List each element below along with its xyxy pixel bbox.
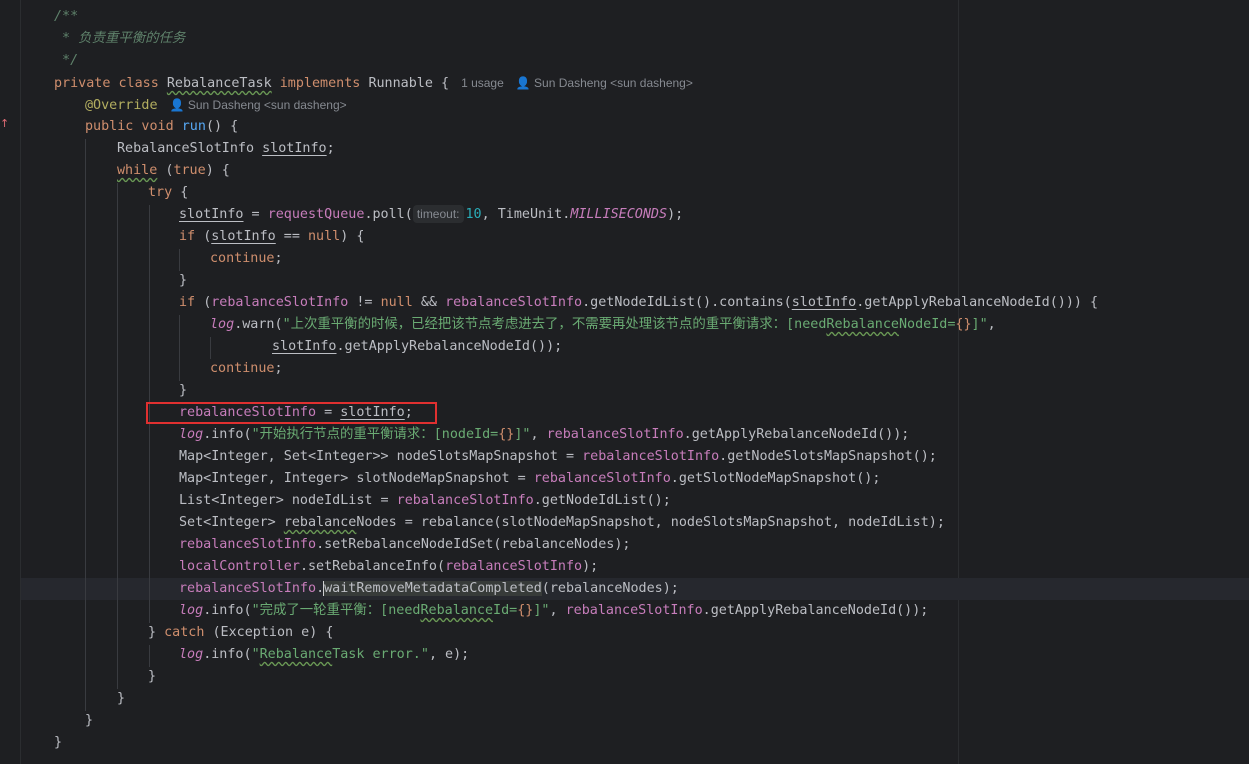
highlight-annotation-box	[146, 402, 437, 424]
code-line-13: }	[179, 273, 188, 288]
code-line-11: if (slotInfo == null) {	[179, 229, 365, 244]
code-line-28: log.info("完成了一轮重平衡：[needRebalanceId={}]"…	[179, 603, 929, 618]
indent-guide	[210, 337, 211, 359]
code-line-18: }	[179, 383, 188, 398]
author-hint[interactable]: 👤 Sun Dasheng <sun dasheng>	[170, 98, 347, 112]
code-line-32: }	[117, 691, 126, 706]
javadoc-open: /**	[54, 9, 79, 24]
usage-hint[interactable]: 1 usage	[461, 76, 504, 90]
javadoc-text: * 负责重平衡的任务	[54, 31, 186, 46]
code-line-25: rebalanceSlotInfo.setRebalanceNodeIdSet(…	[179, 537, 631, 552]
param-hint-timeout: timeout:	[412, 205, 464, 223]
indent-guide	[149, 645, 150, 667]
code-line-9: try {	[148, 185, 189, 200]
code-line-22: Map<Integer, Integer> slotNodeMapSnapsho…	[179, 471, 881, 486]
code-line-17: continue;	[210, 361, 283, 376]
code-line-2: * 负责重平衡的任务	[54, 28, 185, 50]
code-line-21: Map<Integer, Set<Integer>> nodeSlotsMapS…	[179, 449, 937, 464]
right-margin-guide	[958, 0, 959, 764]
override-arrow-icon[interactable]: ↑	[0, 117, 9, 130]
author-hint-text: Sun Dasheng <sun dasheng>	[187, 98, 347, 112]
code-line-8: while (true) {	[117, 163, 230, 178]
code-line-6: public void run() {	[85, 119, 239, 134]
javadoc-close: */	[54, 53, 79, 68]
code-line-20: log.info("开始执行节点的重平衡请求：[nodeId={}]", reb…	[179, 427, 910, 442]
code-line-7: RebalanceSlotInfo slotInfo;	[117, 141, 335, 156]
code-line-30: log.info("RebalanceTask error.", e);	[179, 647, 470, 662]
code-line-10: slotInfo = requestQueue.poll(timeout: 10,…	[179, 205, 684, 223]
code-line-27: rebalanceSlotInfo.waitRemoveMetadataComp…	[179, 581, 679, 596]
indent-guide	[117, 183, 118, 689]
code-line-33: }	[85, 713, 94, 728]
author-hint[interactable]: 👤 Sun Dasheng <sun dasheng>	[516, 76, 693, 90]
gutter-separator	[20, 0, 21, 764]
code-line-4: private class RebalanceTask implements R…	[54, 76, 693, 91]
indent-guide	[85, 139, 86, 711]
code-line-5: @Override 👤 Sun Dasheng <sun dasheng>	[85, 98, 347, 113]
code-line-34: }	[54, 735, 63, 750]
code-line-15: log.warn("上次重平衡的时候，已经把该节点考虑进去了，不需要再处理该节点…	[210, 317, 996, 332]
indent-guide	[179, 315, 180, 381]
code-line-31: }	[148, 669, 157, 684]
code-line-24: Set<Integer> rebalanceNodes = rebalance(…	[179, 515, 945, 530]
code-line-23: List<Integer> nodeIdList = rebalanceSlot…	[179, 493, 671, 508]
code-line-26: localController.setRebalanceInfo(rebalan…	[179, 559, 599, 574]
code-line-14: if (rebalanceSlotInfo != null && rebalan…	[179, 295, 1099, 310]
code-line-16: slotInfo.getApplyRebalanceNodeId());	[272, 339, 563, 354]
code-line-12: continue;	[210, 251, 283, 266]
editor-gutter	[0, 0, 20, 764]
class-name[interactable]: RebalanceTask	[167, 76, 272, 91]
code-line-3: */	[54, 50, 78, 72]
indent-guide	[179, 249, 180, 271]
code-line-29: } catch (Exception e) {	[148, 625, 334, 640]
code-line-1: /**	[54, 6, 78, 28]
author-hint-text: Sun Dasheng <sun dasheng>	[534, 76, 693, 90]
